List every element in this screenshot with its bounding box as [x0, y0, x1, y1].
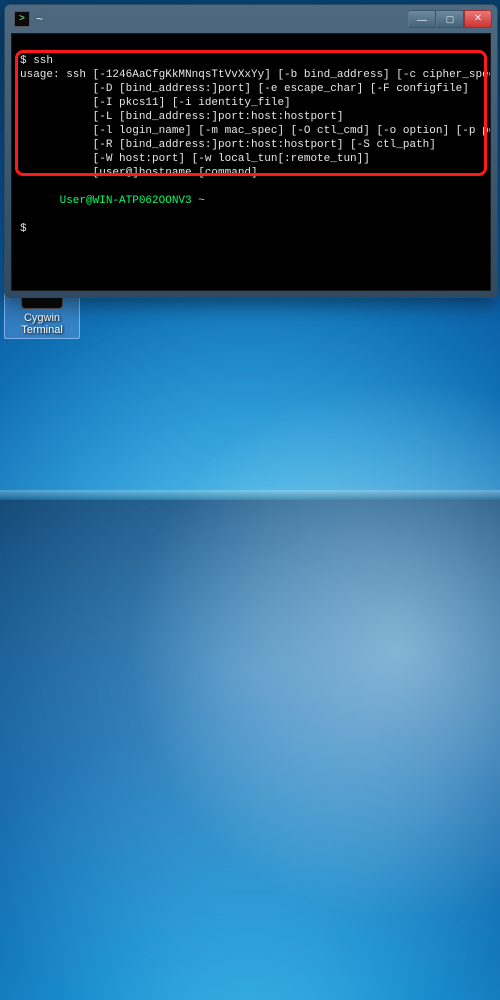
taskbar[interactable] — [0, 490, 500, 500]
terminal-line: [user@]hostname [command] — [20, 166, 482, 180]
terminal-line: [-l login_name] [-m mac_spec] [-O ctl_cm… — [20, 124, 482, 138]
terminal-line: [-L [bind_address:]port:host:hostport] — [20, 110, 482, 124]
cygwin-terminal-window[interactable]: > ~ $ $ ssh usage: ssh [-1246AaCfgKkMNnq… — [4, 4, 498, 298]
window-title: ~ — [36, 12, 408, 26]
prompt-path: ~ — [198, 195, 205, 207]
titlebar[interactable]: > ~ — [8, 8, 494, 30]
terminal-prompt: User@WIN-ATP062OONV3 ~ — [20, 180, 482, 222]
desktop-icon-label: Cygwin Terminal — [7, 312, 77, 336]
terminal-input-line[interactable]: $ — [20, 222, 482, 236]
terminal-line: [-D [bind_address:]port] [-e escape_char… — [20, 82, 482, 96]
prompt-user: User@WIN-ATP062OONV3 — [60, 195, 192, 207]
minimize-button[interactable] — [408, 10, 436, 28]
maximize-button[interactable] — [436, 10, 464, 28]
terminal-line: usage: ssh [-1246AaCfgKkMNnqsTtVvXxYy] [… — [20, 68, 482, 82]
terminal-line: [-I pkcs11] [-i identity_file] — [20, 96, 482, 110]
close-button[interactable] — [464, 10, 492, 28]
terminal-line: $ ssh — [20, 54, 482, 68]
terminal-line: [-W host:port] [-w local_tun[:remote_tun… — [20, 152, 482, 166]
terminal-body[interactable]: $ $ ssh usage: ssh [-1246AaCfgKkMNnqsTtV… — [11, 33, 491, 291]
terminal-line: [-R [bind_address:]port:host:hostport] [… — [20, 138, 482, 152]
app-icon: > — [14, 11, 30, 27]
